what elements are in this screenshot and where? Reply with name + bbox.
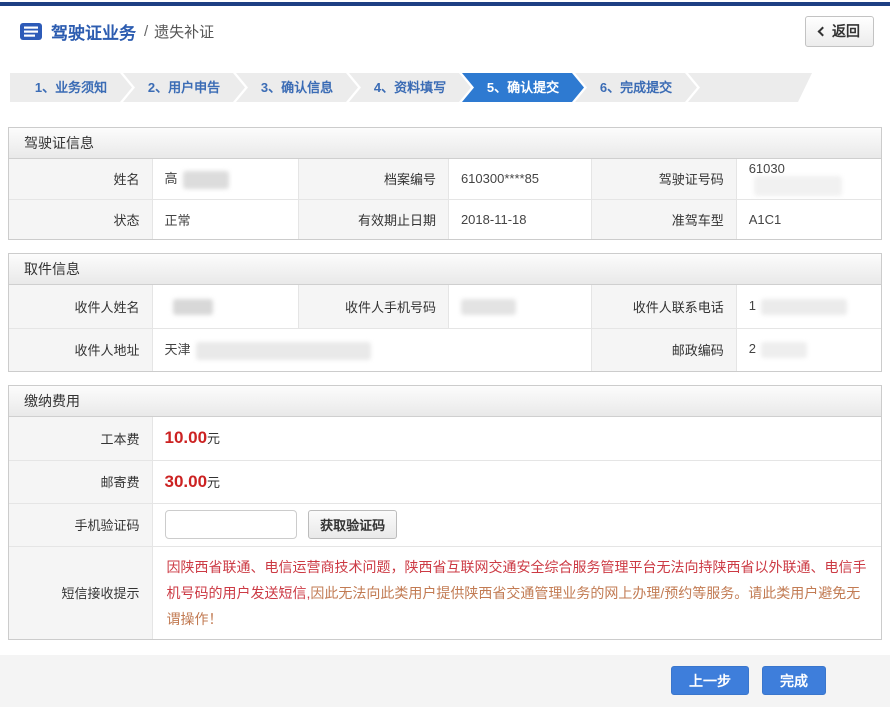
table-row: 邮寄费 30.00元: [9, 460, 881, 503]
section-license-info: 驾驶证信息 姓名 高 档案编号 610300****85 驾驶证号码 61030…: [8, 127, 882, 240]
section-title-fees: 缴纳费用: [9, 386, 881, 417]
work-fee-amount: 10.00: [165, 428, 208, 447]
redacted-value: [761, 299, 847, 315]
sms-code-input[interactable]: [165, 510, 297, 539]
license-info-table: 姓名 高 档案编号 610300****85 驾驶证号码 61030 状态 正常…: [9, 159, 881, 239]
step-tab-5-active: 5、确认提交: [462, 73, 584, 102]
vehicle-class-label: 准驾车型: [591, 199, 736, 239]
postal-code-label: 邮政编码: [591, 328, 736, 371]
footer-action-bar: 上一步 完成: [0, 655, 890, 707]
mail-fee-label: 邮寄费: [9, 460, 152, 503]
breadcrumb-subtitle: 遗失补证: [154, 21, 214, 42]
postal-code-value: 2: [736, 328, 881, 371]
vehicle-class-value: A1C1: [736, 199, 881, 239]
table-row: 短信接收提示 因陕西省联通、电信运营商技术问题，陕西省互联网交通安全综合服务管理…: [9, 546, 881, 639]
step-tab-6: 6、完成提交: [575, 73, 697, 102]
section-title-pickup: 取件信息: [9, 254, 881, 285]
back-button[interactable]: 返回: [805, 16, 874, 47]
mail-fee-amount: 30.00: [165, 472, 208, 491]
status-label: 状态: [9, 199, 152, 239]
recipient-phone-value: 1: [736, 285, 881, 328]
redacted-value: [761, 342, 807, 358]
license-no-label: 驾驶证号码: [591, 159, 736, 199]
table-row: 工本费 10.00元: [9, 417, 881, 460]
chevron-left-icon: [818, 26, 828, 36]
license-no-value: 61030: [736, 159, 881, 199]
sms-notice-label: 短信接收提示: [9, 546, 152, 639]
step-tab-3: 3、确认信息: [236, 73, 358, 102]
mail-fee-value: 30.00元: [152, 460, 881, 503]
finish-button[interactable]: 完成: [762, 666, 826, 695]
sms-code-cell: 获取验证码: [152, 503, 881, 546]
sms-notice-text: 因陕西省联通、电信运营商技术问题，陕西省互联网交通安全综合服务管理平台无法向持陕…: [152, 546, 881, 639]
section-pickup-info: 取件信息 收件人姓名 收件人手机号码 收件人联系电话 1 收件人地址 天津 邮政…: [8, 253, 882, 372]
work-fee-label: 工本费: [9, 417, 152, 460]
step-tab-2: 2、用户申告: [123, 73, 245, 102]
step-tab-1: 1、业务须知: [10, 73, 132, 102]
sms-code-label: 手机验证码: [9, 503, 152, 546]
recipient-name-value: [152, 285, 298, 328]
work-fee-value: 10.00元: [152, 417, 881, 460]
recipient-address-label: 收件人地址: [9, 328, 152, 371]
table-row: 收件人地址 天津 邮政编码 2: [9, 328, 881, 371]
recipient-phone-label: 收件人联系电话: [591, 285, 736, 328]
page-header: 驾驶证业务 / 遗失补证 返回: [0, 6, 890, 56]
work-fee-unit: 元: [207, 431, 220, 446]
valid-until-label: 有效期止日期: [298, 199, 448, 239]
mail-fee-unit: 元: [207, 475, 220, 490]
table-row: 收件人姓名 收件人手机号码 收件人联系电话 1: [9, 285, 881, 328]
menu-list-icon: [20, 23, 42, 40]
step-tabs: 1、业务须知 2、用户申告 3、确认信息 4、资料填写 5、确认提交 6、完成提…: [10, 73, 880, 102]
recipient-address-value: 天津: [152, 328, 591, 371]
table-row: 姓名 高 档案编号 610300****85 驾驶证号码 61030: [9, 159, 881, 199]
table-row: 状态 正常 有效期止日期 2018-11-18 准驾车型 A1C1: [9, 199, 881, 239]
file-no-label: 档案编号: [298, 159, 448, 199]
redacted-value: [173, 299, 213, 315]
pickup-info-table: 收件人姓名 收件人手机号码 收件人联系电话 1 收件人地址 天津 邮政编码 2: [9, 285, 881, 371]
breadcrumb-separator: /: [144, 23, 148, 40]
redacted-value: [754, 176, 842, 196]
file-no-value: 610300****85: [448, 159, 591, 199]
recipient-mobile-value: [448, 285, 591, 328]
table-row: 手机验证码 获取验证码: [9, 503, 881, 546]
get-code-button[interactable]: 获取验证码: [308, 510, 397, 539]
name-value: 高: [152, 159, 298, 199]
back-button-label: 返回: [832, 21, 860, 41]
redacted-value: [196, 342, 371, 360]
fees-table: 工本费 10.00元 邮寄费 30.00元 手机验证码 获取验证码 短信接收提示…: [9, 417, 881, 639]
section-title-license: 驾驶证信息: [9, 128, 881, 159]
previous-step-button[interactable]: 上一步: [671, 666, 749, 695]
redacted-value: [461, 299, 516, 315]
redacted-value: [183, 171, 229, 189]
page-title: 驾驶证业务: [51, 19, 136, 44]
name-label: 姓名: [9, 159, 152, 199]
step-tabs-filler: [688, 73, 812, 102]
recipient-name-label: 收件人姓名: [9, 285, 152, 328]
recipient-mobile-label: 收件人手机号码: [298, 285, 448, 328]
valid-until-value: 2018-11-18: [448, 199, 591, 239]
status-value: 正常: [152, 199, 298, 239]
step-tab-4: 4、资料填写: [349, 73, 471, 102]
section-fees: 缴纳费用 工本费 10.00元 邮寄费 30.00元 手机验证码 获取验证码 短…: [8, 385, 882, 640]
